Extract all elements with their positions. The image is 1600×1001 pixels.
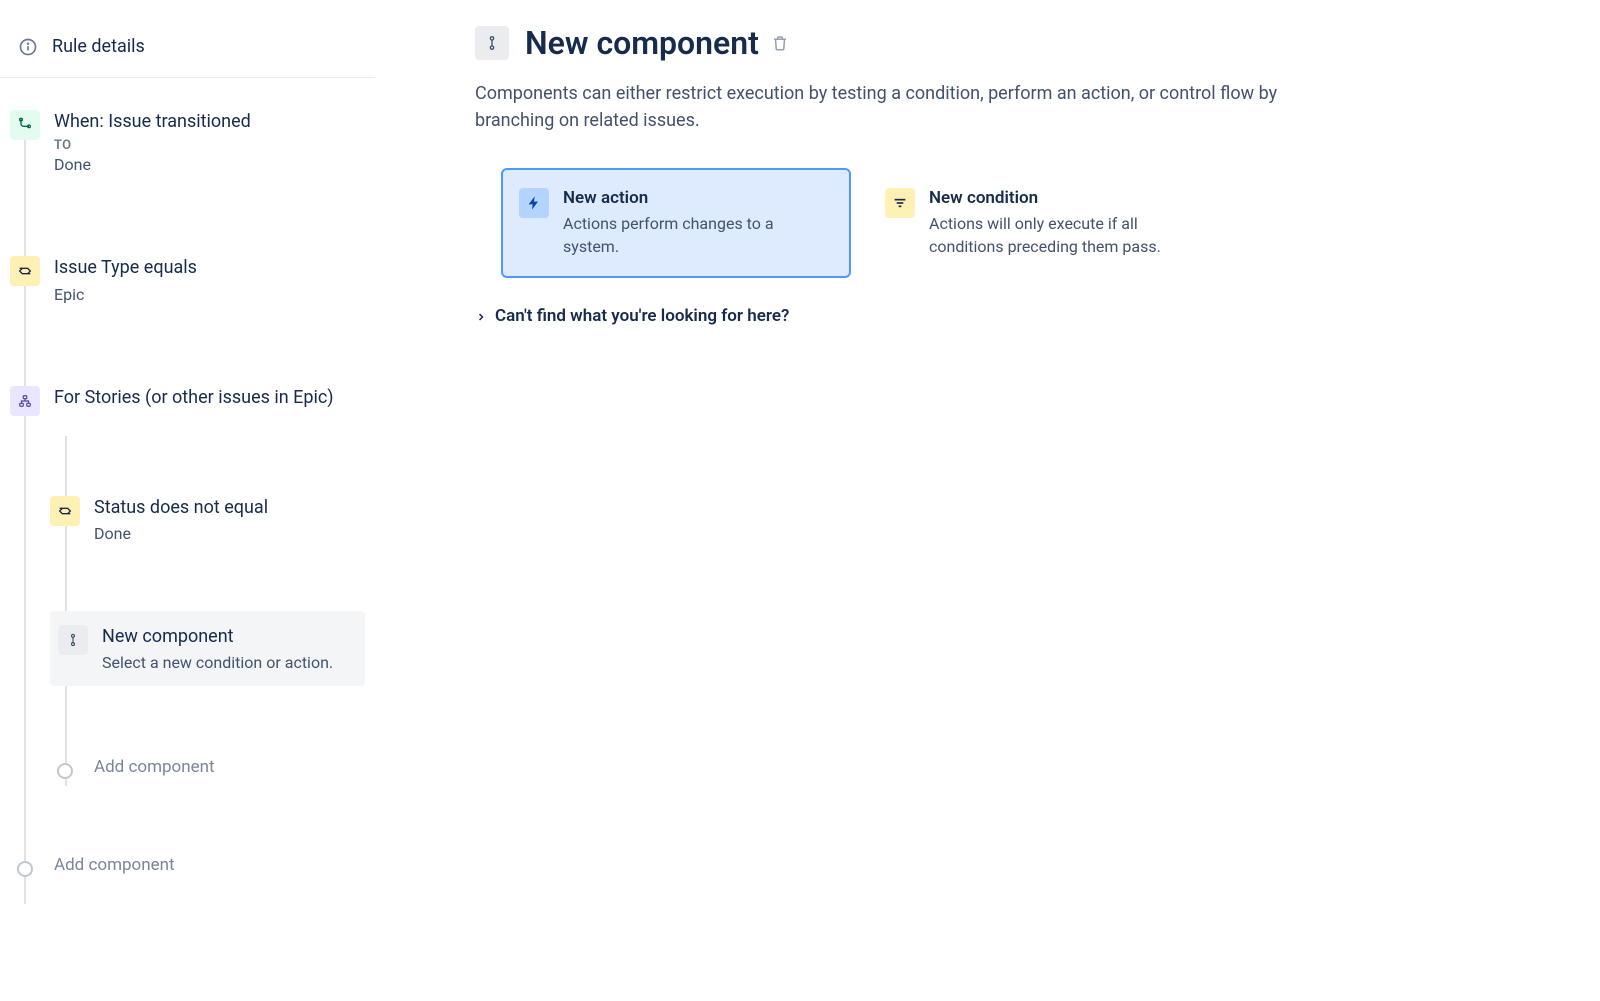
sidebar: Rule details When: Issue transitioned TO… — [0, 0, 375, 1001]
rule-item-new-component[interactable]: New component Select a new condition or … — [50, 611, 365, 686]
rule-item-status-not-done[interactable]: Status does not equal Done — [50, 486, 365, 553]
component-icon — [58, 625, 88, 655]
rule-item-sub: Select a new condition or action. — [102, 653, 333, 672]
add-node-icon — [17, 861, 33, 877]
card-title: New condition — [929, 188, 1199, 208]
component-type-cards: New action Actions perform changes to a … — [475, 168, 1560, 278]
card-title: New action — [563, 188, 833, 208]
card-new-action[interactable]: New action Actions perform changes to a … — [501, 168, 851, 278]
rule-item-condition-issue-type[interactable]: Issue Type equals Epic — [10, 246, 365, 313]
rule-item-title: Issue Type equals — [54, 256, 197, 280]
add-component-label: Add component — [94, 756, 215, 779]
filter-icon — [885, 188, 915, 218]
rule-item-title: Status does not equal — [94, 496, 268, 520]
add-component-inner[interactable]: Add component — [50, 746, 365, 796]
card-desc: Actions will only execute if all conditi… — [929, 212, 1199, 258]
rule-item-sublabel: TO — [54, 138, 251, 153]
main-panel: New component Components can either rest… — [375, 0, 1600, 1001]
cant-find-label: Can't find what you're looking for here? — [495, 306, 789, 326]
component-icon — [475, 26, 509, 60]
rule-item-sub: Epic — [54, 285, 197, 304]
rule-item-title: For Stories (or other issues in Epic) — [54, 386, 334, 410]
transition-icon — [10, 110, 40, 140]
rule-item-title: When: Issue transitioned — [54, 110, 251, 134]
add-node-icon — [57, 763, 73, 779]
page-title: New component — [525, 24, 759, 62]
sidebar-header-rule-details[interactable]: Rule details — [0, 30, 375, 78]
sidebar-header-label: Rule details — [52, 36, 145, 57]
card-new-condition[interactable]: New condition Actions will only execute … — [867, 168, 1217, 278]
add-component-outer[interactable]: Add component — [10, 844, 365, 894]
add-component-label: Add component — [54, 854, 175, 877]
rule-item-branch-stories[interactable]: For Stories (or other issues in Epic) — [10, 376, 365, 426]
nested-branch: Status does not equal Done New component… — [50, 436, 365, 797]
lightning-icon — [519, 188, 549, 218]
page-description: Components can either restrict execution… — [475, 80, 1295, 134]
rule-list: When: Issue transitioned TO Done Issue T… — [0, 100, 375, 894]
condition-icon — [50, 496, 80, 526]
cant-find-toggle[interactable]: Can't find what you're looking for here? — [475, 306, 1560, 326]
branch-icon — [10, 386, 40, 416]
rule-item-trigger[interactable]: When: Issue transitioned TO Done — [10, 100, 365, 184]
rule-item-sub: Done — [94, 524, 268, 543]
rule-item-sub: Done — [54, 155, 251, 174]
condition-icon — [10, 256, 40, 286]
card-desc: Actions perform changes to a system. — [563, 212, 833, 258]
delete-button[interactable] — [771, 34, 789, 52]
chevron-right-icon — [475, 311, 485, 321]
info-icon — [18, 37, 38, 57]
rule-item-title: New component — [102, 625, 333, 649]
